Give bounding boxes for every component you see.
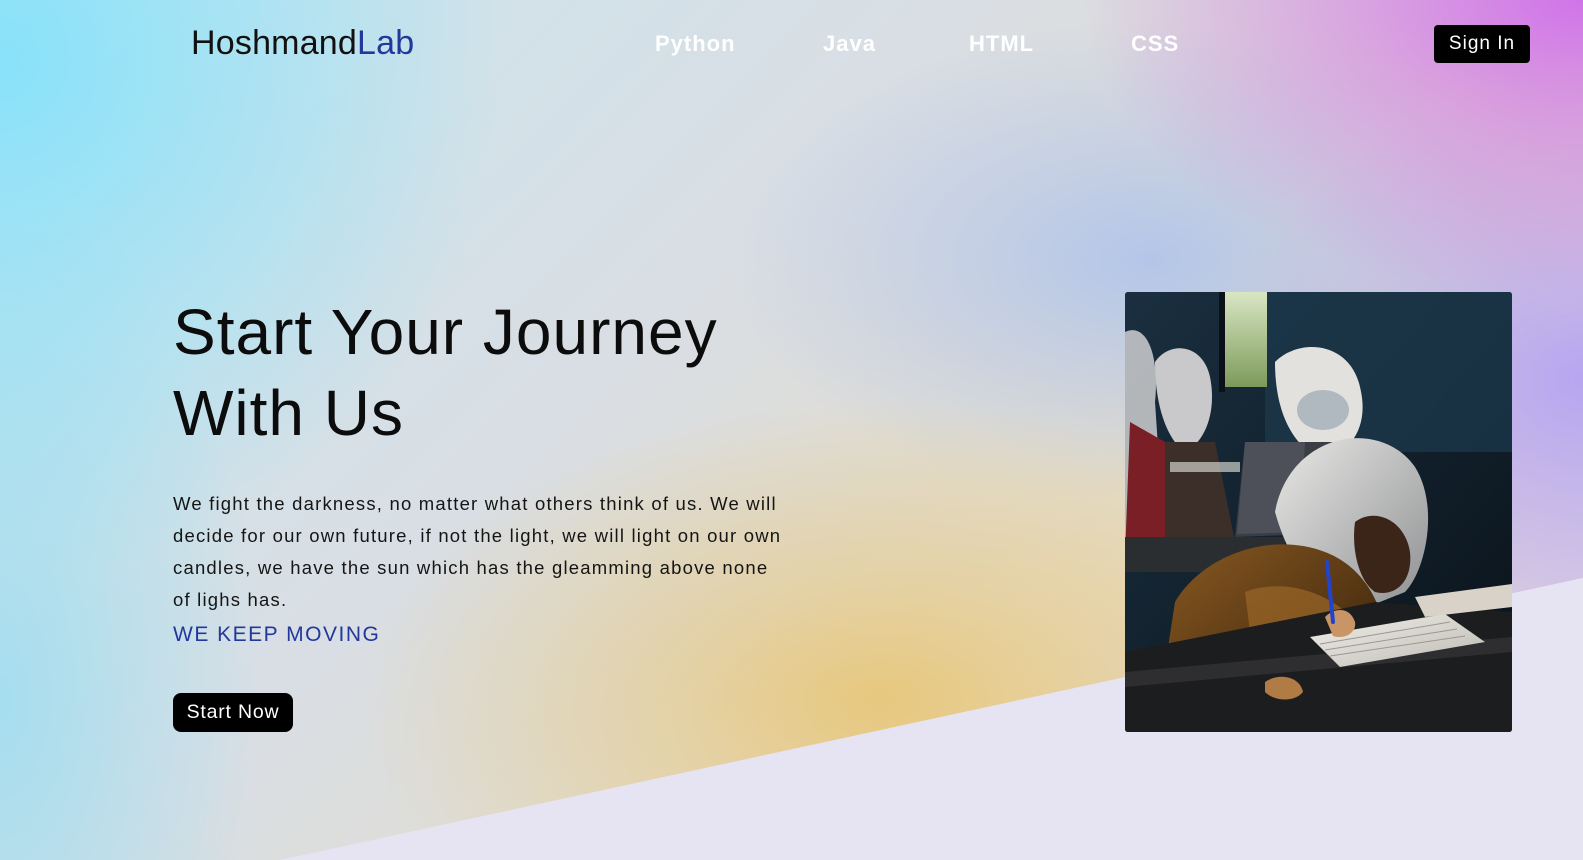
brand-name-part2: Lab: [357, 24, 415, 62]
sign-in-button[interactable]: Sign In: [1434, 25, 1530, 63]
hero-title-line1: Start Your Journey: [173, 296, 718, 368]
nav-link-java[interactable]: Java: [823, 31, 876, 57]
top-navigation: HoshmandLab Python Java HTML CSS Sign In: [0, 0, 1583, 88]
nav-link-html[interactable]: HTML: [969, 31, 1034, 57]
hero-description: We fight the darkness, no matter what ot…: [173, 493, 782, 610]
brand-name-part1: Hoshmand: [191, 24, 358, 62]
brand-logo[interactable]: HoshmandLab: [191, 24, 414, 63]
hero-photo: [1125, 292, 1512, 732]
hero-title: Start Your Journey With Us: [173, 292, 813, 454]
start-now-button[interactable]: Start Now: [173, 693, 293, 732]
nav-link-css[interactable]: CSS: [1131, 31, 1179, 57]
hero-title-line2: With Us: [173, 377, 404, 449]
hero-tagline: WE KEEP MOVING: [173, 623, 381, 646]
nav-link-python[interactable]: Python: [655, 31, 736, 57]
